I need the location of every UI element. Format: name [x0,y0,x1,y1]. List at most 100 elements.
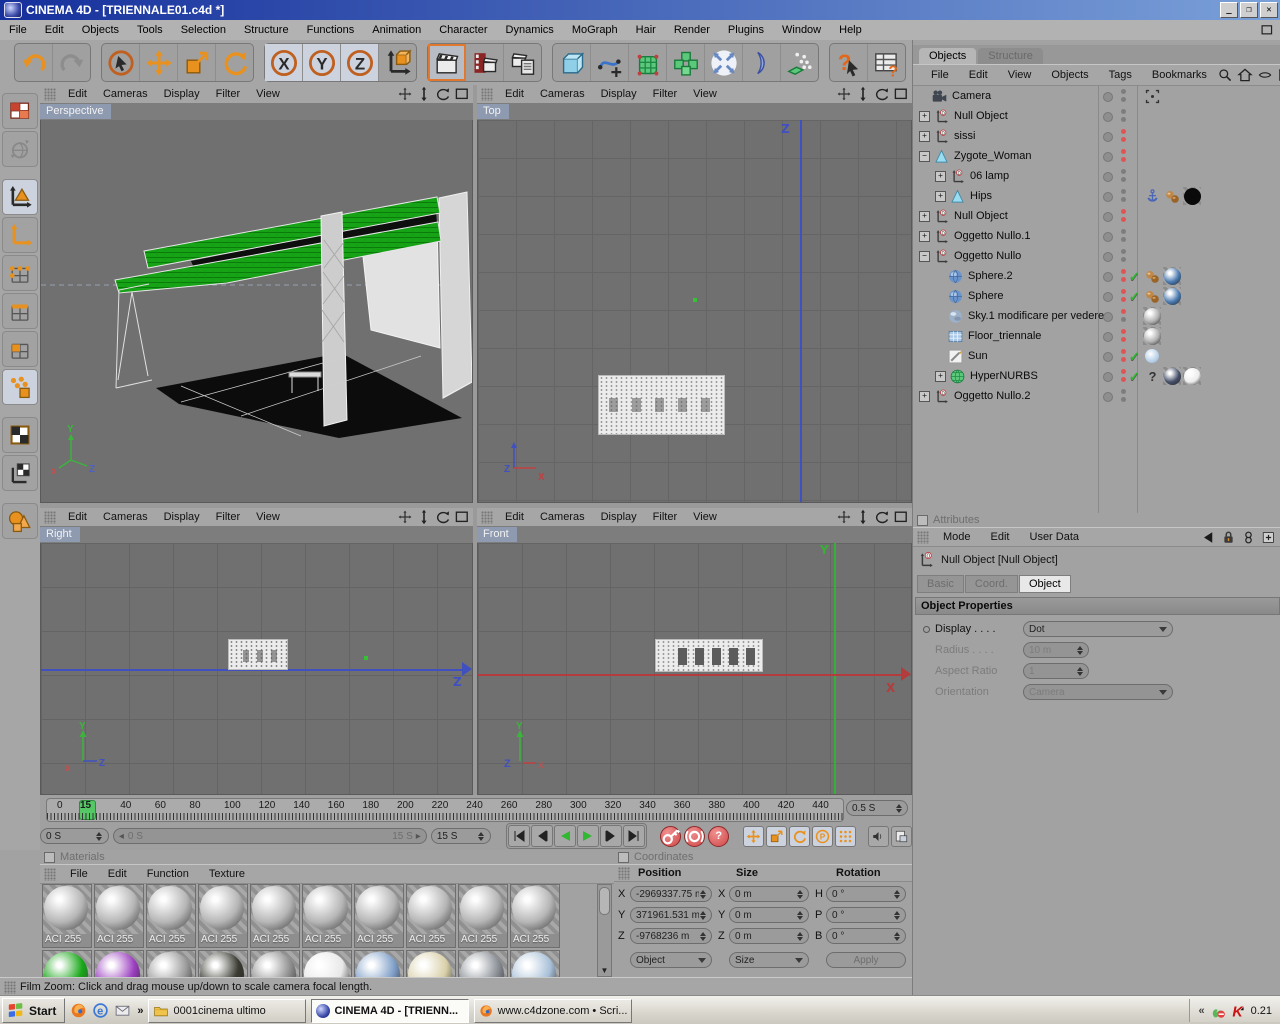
viewport-name[interactable]: Front [477,527,517,542]
attr-dropdown[interactable]: Dot [1023,621,1173,637]
vpmenu-display[interactable]: Display [156,511,208,523]
visibility-dot-editor[interactable] [1121,389,1126,394]
enabled-check[interactable]: ✓ [1129,369,1140,385]
layer-dot[interactable] [1103,352,1113,362]
material-tag[interactable] [1163,367,1181,385]
spheres-tag[interactable] [1163,187,1181,205]
vpmenu-edit[interactable]: Edit [60,88,95,100]
live-selection-button[interactable] [102,44,140,81]
close-button[interactable]: ✕ [1260,2,1278,18]
play-forward-button[interactable] [576,825,599,847]
visibility-dot-editor[interactable] [1121,249,1126,254]
move-button[interactable] [140,44,178,81]
pan-button[interactable] [836,86,852,102]
menu-structure[interactable]: Structure [235,22,298,38]
position-x-field[interactable]: -2969337.75 m [630,886,712,902]
spheres-tag[interactable] [1143,267,1161,285]
taskbar-task[interactable]: 0001cinema ultimo [148,998,307,1023]
back-button[interactable] [1201,530,1216,545]
visibility-dot-render[interactable] [1121,357,1126,362]
visibility-dot-render[interactable] [1121,237,1126,242]
menu-tools[interactable]: Tools [128,22,172,38]
texture-axis-mode-button[interactable] [2,455,38,491]
visibility-dot-editor[interactable] [1121,309,1126,314]
vprotate-button[interactable] [435,86,451,102]
coordinates-collapse-checkbox[interactable] [618,851,629,863]
dolly-button[interactable] [416,86,432,102]
size-mode-dropdown[interactable]: Size [729,952,809,968]
minimize-button[interactable]: _ [1220,2,1238,18]
vpmenu-filter[interactable]: Filter [645,511,685,523]
model-mode-button[interactable] [2,369,38,405]
redo-button[interactable] [53,44,90,81]
dolly-button[interactable] [855,86,871,102]
tree-row[interactable]: Camera [913,86,1280,106]
expand-toggle[interactable]: + [919,230,930,242]
visibility-dot-render[interactable] [1121,217,1126,222]
eye-button[interactable] [1257,67,1273,83]
rotation-p-field[interactable]: 0 ° [826,907,906,923]
vpmenu-filter[interactable]: Filter [645,88,685,100]
vpmenu-view[interactable]: View [685,88,725,100]
object-label[interactable]: Oggetto Nullo.1 [954,230,1030,242]
ommenu-view[interactable]: View [998,69,1042,81]
object-label[interactable]: Zygote_Woman [954,150,1031,162]
object-label[interactable]: Null Object [954,110,1008,122]
rotation-h-field[interactable]: 0 ° [826,886,906,902]
vprotate-button[interactable] [435,509,451,525]
material-thumb[interactable]: ACI 255 [302,884,352,948]
menu-dynamics[interactable]: Dynamics [497,22,563,38]
attr-tab-coord[interactable]: Coord. [964,575,1018,593]
maximize-button[interactable] [454,509,470,525]
record-help-button[interactable]: ? [708,825,730,847]
spheres-tag[interactable] [1143,287,1161,305]
render-picture-viewer-button[interactable] [466,44,504,81]
material-thumb[interactable] [354,950,404,977]
expand-toggle[interactable]: + [935,190,946,202]
menu-selection[interactable]: Selection [172,22,235,38]
visibility-dot-editor[interactable] [1121,169,1126,174]
scroll-thumb[interactable] [599,887,610,915]
add-deformer-button[interactable] [705,44,743,81]
viewport-canvas-perspective[interactable]: Yx Z [40,120,473,503]
layer-dot[interactable] [1103,172,1113,182]
menu-animation[interactable]: Animation [363,22,430,38]
tree-row[interactable]: +0 Null Object [913,106,1280,126]
collapse-toggle[interactable]: − [919,150,930,162]
undo-button[interactable] [15,44,53,81]
menu-edit[interactable]: Edit [36,22,73,38]
size-z-field[interactable]: 0 m [729,928,809,944]
key-position-button[interactable] [742,825,764,847]
layer-dot[interactable] [1103,232,1113,242]
layer-dot[interactable] [1103,392,1113,402]
scale-button[interactable] [178,44,216,81]
tree-row[interactable]: Sun ✓ [913,346,1280,366]
addpanel-button[interactable] [1261,530,1276,545]
keyframe-selection-button[interactable] [891,825,912,847]
visibility-dot-editor[interactable] [1121,229,1126,234]
lock-button[interactable] [1221,530,1236,545]
render-settings-button[interactable] [504,44,541,81]
anchor-tag[interactable] [1143,187,1161,205]
material-thumb[interactable] [302,950,352,977]
pan-button[interactable] [397,509,413,525]
visibility-dot-render[interactable] [1121,277,1126,282]
pan-button[interactable] [397,86,413,102]
timeline-range-slider[interactable]: ◂ 0 S 15 S ▸ [112,828,427,844]
add-particles-button[interactable] [781,44,818,81]
visibility-dot-render[interactable] [1121,197,1126,202]
menubar-corner-icon[interactable] [1260,23,1274,37]
menu-objects[interactable]: Objects [73,22,128,38]
make-editable-button[interactable] [2,93,38,129]
tree-row[interactable]: − 0 Oggetto Nullo [913,246,1280,266]
expand-toggle[interactable]: + [919,110,930,122]
timeline-end-spinner[interactable]: 15 S [430,828,491,844]
ommenu-tags[interactable]: Tags [1099,69,1142,81]
viewport-canvas-front[interactable]: Y X Y Zx [477,543,912,795]
vpmenu-view[interactable]: View [248,88,288,100]
lock-x-button[interactable]: X [265,44,303,81]
taskbar-task[interactable]: www.c4dzone.com • Scri... [474,998,633,1023]
vpmenu-filter[interactable]: Filter [208,511,248,523]
visibility-dot-render[interactable] [1121,317,1126,322]
material-thumb[interactable]: ACI 255 [146,884,196,948]
